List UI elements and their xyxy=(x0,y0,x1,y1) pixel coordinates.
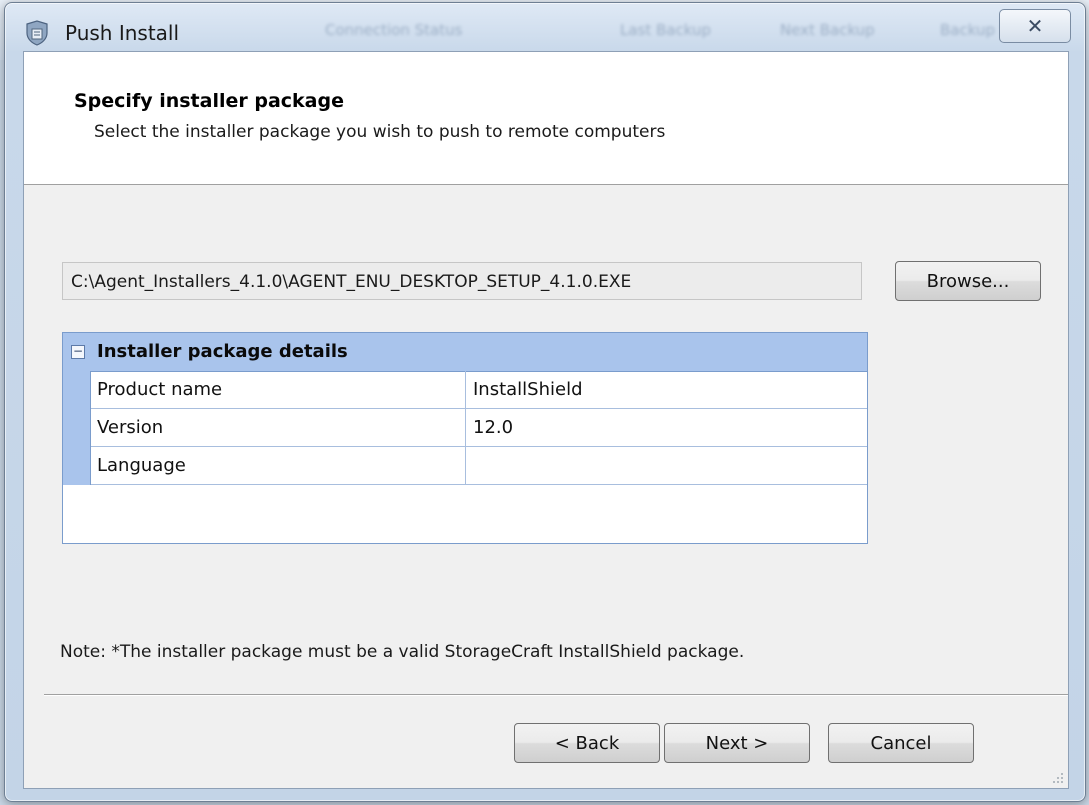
property-name: Version xyxy=(97,417,164,438)
background-column-label: Connection Status xyxy=(325,21,463,39)
next-button[interactable]: Next > xyxy=(664,723,810,763)
background-column-label: Next Backup xyxy=(780,21,875,39)
property-value: 12.0 xyxy=(473,417,514,438)
table-row[interactable]: Language xyxy=(91,447,867,485)
page-title: Specify installer package xyxy=(74,90,344,112)
column-divider xyxy=(465,371,466,409)
property-value: InstallShield xyxy=(473,379,583,400)
details-gutter xyxy=(63,371,91,485)
table-row[interactable]: Product name InstallShield xyxy=(91,371,867,409)
resize-grip-icon[interactable] xyxy=(1050,770,1064,784)
property-name: Product name xyxy=(97,379,223,400)
details-title: Installer package details xyxy=(97,341,348,362)
background-column-label: Last Backup xyxy=(620,21,711,39)
table-row[interactable]: Version 12.0 xyxy=(91,409,867,447)
collapse-icon[interactable]: − xyxy=(71,345,85,359)
browse-button[interactable]: Browse... xyxy=(895,261,1041,301)
wizard-header: Specify installer package Select the ins… xyxy=(24,52,1068,185)
push-install-dialog: Push Install Connection Status Last Back… xyxy=(4,2,1086,802)
details-header[interactable]: − Installer package details xyxy=(63,333,867,372)
window-title: Push Install xyxy=(65,21,180,45)
column-divider xyxy=(465,447,466,485)
back-button[interactable]: < Back xyxy=(514,723,660,763)
package-note: Note: *The installer package must be a v… xyxy=(60,642,745,662)
installer-path-field[interactable]: C:\Agent_Installers_4.1.0\AGENT_ENU_DESK… xyxy=(62,262,862,300)
close-button[interactable]: ✕ xyxy=(999,9,1071,43)
page-subtitle: Select the installer package you wish to… xyxy=(94,122,666,142)
shield-installer-icon xyxy=(26,20,48,46)
dialog-content: Specify installer package Select the ins… xyxy=(23,51,1069,789)
close-icon: ✕ xyxy=(1026,14,1044,38)
property-name: Language xyxy=(97,455,186,476)
installer-details-panel: − Installer package details Product name… xyxy=(62,332,868,544)
cancel-button[interactable]: Cancel xyxy=(828,723,974,763)
footer-separator xyxy=(44,694,1068,696)
title-bar[interactable]: Push Install Connection Status Last Back… xyxy=(5,3,1085,55)
column-divider xyxy=(465,409,466,447)
